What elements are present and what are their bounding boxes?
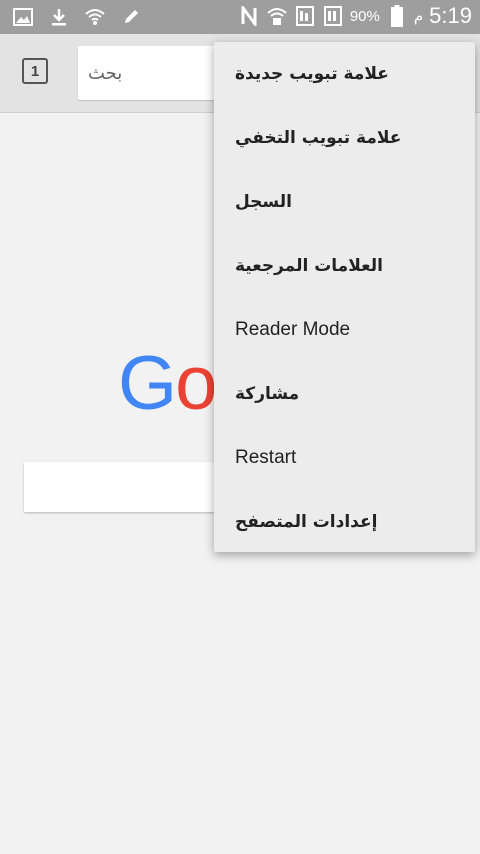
google-logo: Go bbox=[118, 341, 217, 426]
menu-item-new-tab[interactable]: علامة تبويب جديدة bbox=[214, 42, 475, 106]
download-icon bbox=[48, 6, 70, 28]
battery-percentage: 90% bbox=[349, 7, 380, 25]
edit-icon bbox=[120, 6, 142, 28]
tab-switcher-button[interactable]: 1 bbox=[22, 58, 48, 84]
wifi-calling-icon bbox=[266, 5, 288, 27]
menu-item-label: العلامات المرجعية bbox=[235, 256, 383, 276]
nfc-icon bbox=[238, 5, 260, 27]
menu-item-bookmarks[interactable]: العلامات المرجعية bbox=[214, 234, 475, 298]
menu-item-restart[interactable]: Restart bbox=[214, 426, 475, 490]
menu-item-label: Restart bbox=[235, 447, 297, 468]
search-input[interactable] bbox=[78, 46, 228, 100]
menu-item-incognito-tab[interactable]: علامة تبويب التخفي bbox=[214, 106, 475, 170]
sim2-icon bbox=[322, 5, 344, 27]
menu-item-browser-settings[interactable]: إعدادات المتصفح bbox=[214, 490, 475, 554]
menu-item-label: السجل bbox=[235, 192, 292, 212]
menu-item-share[interactable]: مشاركة bbox=[214, 362, 475, 426]
overflow-menu: علامة تبويب جديدة علامة تبويب التخفي الس… bbox=[214, 42, 475, 552]
menu-item-label: إعدادات المتصفح bbox=[235, 512, 378, 532]
wifi-icon bbox=[84, 6, 106, 28]
menu-item-label: علامة تبويب التخفي bbox=[235, 128, 402, 148]
menu-item-label: Reader Mode bbox=[235, 319, 351, 340]
menu-item-label: مشاركة bbox=[235, 384, 300, 404]
clock: 5:19 bbox=[429, 3, 472, 28]
omnibox[interactable] bbox=[78, 46, 228, 100]
status-bar: 90% م 5:19 bbox=[0, 0, 480, 34]
menu-item-reader-mode[interactable]: Reader Mode bbox=[214, 298, 475, 362]
am-pm-indicator: م bbox=[413, 7, 424, 25]
battery-icon bbox=[386, 5, 408, 27]
menu-item-history[interactable]: السجل bbox=[214, 170, 475, 234]
sim1-icon bbox=[294, 5, 316, 27]
image-icon bbox=[12, 6, 34, 28]
menu-item-label: علامة تبويب جديدة bbox=[235, 64, 389, 84]
